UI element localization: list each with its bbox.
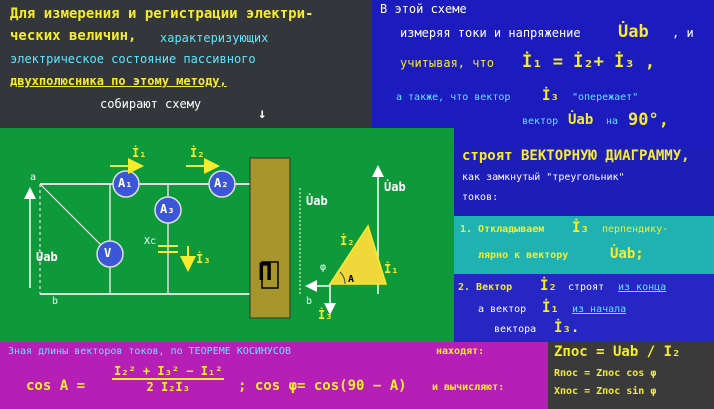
label-i2: İ₂ (190, 146, 205, 160)
label-b-node: b (52, 296, 59, 307)
intro-line-4: двухполюсника по этому методу, (10, 74, 227, 88)
formula-z: Zпос = Uab / I₂ (554, 344, 681, 360)
label-i1: İ₁ (132, 146, 147, 160)
step1-line-1b: перпендику- (602, 224, 669, 235)
step1-i3: İ₃ (572, 220, 589, 236)
step-1-panel: 1. Откладываем İ₃ перпендику- лярно к ве… (454, 216, 714, 274)
vd-line-3: токов: (462, 192, 499, 203)
intro-line-3: электрическое состояние пассивного (10, 52, 256, 66)
explanation-panel: В этой схеме измеряя токи и напряжение U… (372, 0, 714, 146)
expl-angle: 90°, (628, 110, 669, 130)
expl-line-3: учитывая, что (400, 56, 494, 70)
step2-line-1c: из конца (618, 282, 667, 293)
step2-line-2a: а вектор (478, 304, 527, 315)
expl-uab-2: U̇ab (568, 112, 594, 128)
cos-a-fraction: I₂² + I₃² − I₁² 2 I₂I₃ (112, 364, 225, 394)
expl-line-4: а также, что вектор (396, 92, 511, 103)
label-phi: φ (320, 262, 327, 273)
fraction-denominator: 2 I₂I₃ (146, 380, 190, 394)
step1-line-1a: 1. Откладываем (460, 224, 545, 235)
expl-i3: İ₃ (542, 88, 559, 104)
step1-uab: U̇ab; (610, 246, 644, 262)
cos-a-label: cos A = (26, 378, 86, 394)
cosine-theorem-panel: Зная длины векторов токов, по ТЕОРЕМЕ КО… (0, 342, 548, 409)
intro-panel: Для измерения и регистрации электри- чес… (0, 0, 372, 128)
bottom-tail: и вычисляют: (432, 382, 505, 393)
label-uab-left: U̇ab (36, 250, 58, 264)
vector-label-i2: İ₂ (340, 234, 355, 248)
formula-x: Xпос = Zпос sin φ (554, 386, 657, 397)
vd-line-1: строят ВЕКТОРНУЮ ДИАГРАММУ, (462, 148, 690, 164)
lesson-slide: Для измерения и регистрации электри- чес… (0, 0, 714, 409)
step-2-panel: 2. Вектор İ₂ строят из конца а вектор İ₁… (454, 274, 714, 342)
bottom-line-1a: Зная длины векторов токов, по ТЕОРЕМЕ КО… (8, 346, 291, 357)
label-a2: A₂ (214, 176, 229, 190)
circuit-svg (24, 157, 388, 319)
down-arrow-icon: ↓ (258, 106, 267, 122)
step2-line-2b: из начала (572, 304, 627, 315)
cos-phi-formula: ; cos φ= cos(90 − A) (238, 378, 407, 394)
step2-line-1b: строят (568, 282, 605, 293)
label-a-node: a (30, 172, 37, 183)
vd-line-2: как замкнутый "треугольник" (462, 172, 625, 183)
label-xc: Xc (144, 236, 157, 247)
bottom-line-1b: находят: (436, 346, 485, 357)
step2-line-1a: 2. Вектор (458, 282, 513, 293)
vector-label-i1: İ₁ (384, 262, 399, 276)
label-b-node-2: b (306, 296, 313, 307)
expl-line-2: измеряя токи и напряжение (400, 26, 581, 40)
label-uab-vector: U̇ab (384, 180, 406, 194)
step2-i3: İ₃. (554, 320, 580, 336)
label-angle-a: A (348, 274, 355, 285)
intro-line-2a: ческих величин, (10, 28, 137, 44)
label-a1: A₁ (118, 176, 133, 190)
label-a3: A₃ (160, 202, 175, 216)
label-v: V (104, 246, 112, 260)
label-uab-mid: U̇ab (306, 194, 328, 208)
vector-diagram-intro: строят ВЕКТОРНУЮ ДИАГРАММУ, как замкнуты… (454, 146, 714, 216)
step1-line-2a: лярно к вектору (478, 250, 569, 261)
result-formulas-panel: Zпос = Uab / I₂ Rпос = Zпос cos φ Xпос =… (548, 342, 714, 409)
expl-line-2-end: , и (672, 26, 694, 40)
formula-r: Rпос = Zпос cos φ (554, 368, 657, 379)
label-passive-network: П (258, 258, 273, 286)
expl-line-5-on: на (606, 116, 619, 127)
expl-line-4-end: "опережает" (572, 92, 639, 103)
intro-line-1: Для измерения и регистрации электри- (10, 6, 314, 22)
expl-line-1: В этой схеме (380, 2, 467, 16)
label-i3: İ₃ (196, 252, 211, 266)
passive-network-box (249, 157, 291, 319)
step2-i2: İ₂ (540, 278, 557, 294)
fraction-numerator: I₂² + I₃² − I₁² (112, 364, 225, 380)
intro-line-2b: характеризующих (160, 31, 269, 45)
vector-label-i3: İ₃ (318, 308, 333, 322)
expl-line-5: вектор (522, 116, 559, 127)
step2-line-3a: вектора (494, 324, 537, 335)
expl-current-equation: İ₁ = İ₂+ İ₃ , (522, 52, 656, 72)
intro-line-5: собирают схему (100, 97, 202, 111)
expl-uab-1: U̇ab (618, 22, 649, 42)
circuit-diagram-panel: A₁ A₂ A₃ V İ₁ İ₂ İ₃ U̇ab U̇ab U̇ab Xc a … (0, 128, 454, 342)
step2-i1: İ₁ (542, 300, 559, 316)
